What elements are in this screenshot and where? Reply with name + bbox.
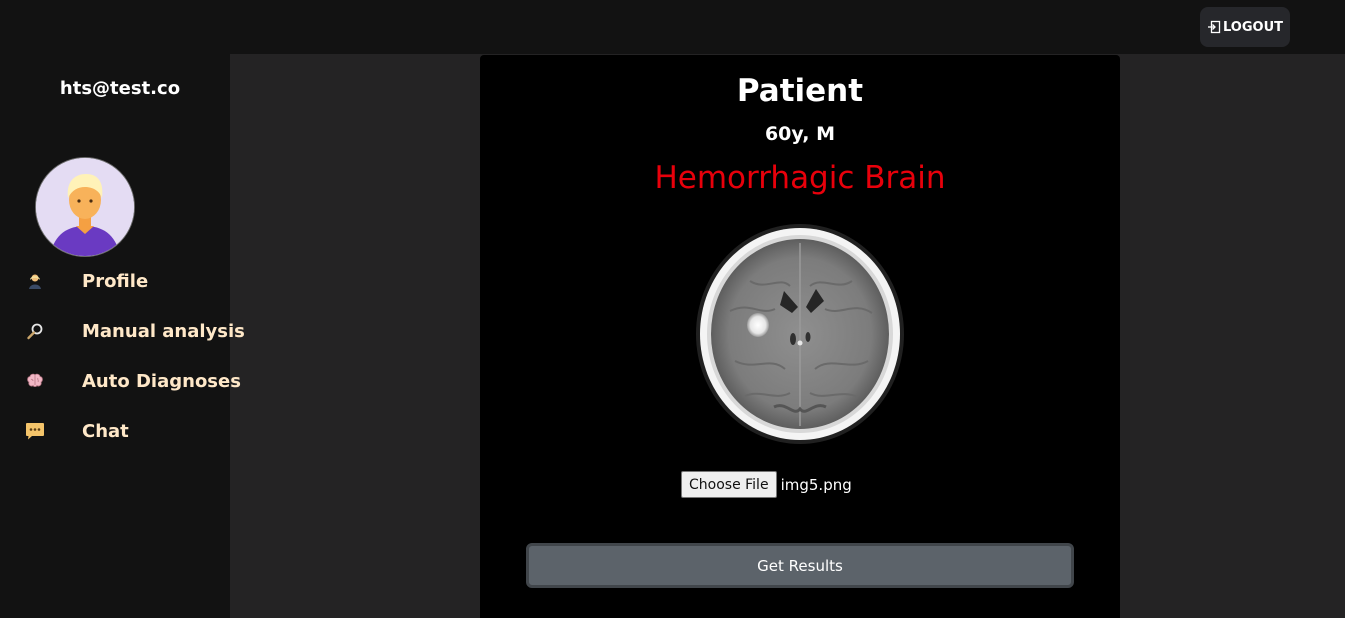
chat-icon — [24, 420, 46, 442]
logout-button[interactable]: LOGOUT — [1200, 7, 1290, 47]
patient-info: 60y, M — [764, 123, 836, 145]
brain-ct-scan — [690, 221, 914, 449]
sidebar-item-profile[interactable]: Profile — [0, 261, 230, 301]
sidebar-item-chat[interactable]: Chat — [0, 411, 230, 451]
sidebar-item-auto-diagnoses[interactable]: Auto Diagnoses — [0, 361, 241, 401]
file-input[interactable]: Choose File img5.png — [681, 471, 852, 498]
get-results-button[interactable]: Get Results — [526, 543, 1074, 588]
selected-file-name: img5.png — [780, 475, 852, 494]
analysis-panel: Patient 60y, M Hemorrhagic Brain Choose … — [480, 55, 1120, 618]
choose-file-button[interactable]: Choose File — [681, 471, 777, 498]
logout-icon — [1207, 20, 1221, 34]
diagnosis-label: Hemorrhagic Brain — [654, 160, 946, 196]
sidebar-item-label: Auto Diagnoses — [82, 370, 241, 392]
logout-label: LOGOUT — [1222, 19, 1284, 35]
sidebar-item-label: Chat — [82, 420, 129, 442]
user-email: hts@test.co — [59, 78, 181, 99]
sidebar: hts@test.co Profile Manual analysis Auto… — [0, 54, 245, 618]
brain-icon — [24, 370, 46, 392]
sidebar-item-label: Profile — [82, 270, 149, 292]
top-bar: LOGOUT — [0, 0, 1345, 54]
person-icon — [24, 270, 46, 292]
page-title: Patient — [736, 73, 864, 109]
sidebar-item-manual-analysis[interactable]: Manual analysis — [0, 311, 245, 351]
user-avatar — [35, 157, 135, 257]
sidebar-item-label: Manual analysis — [82, 320, 245, 342]
magnifier-icon — [24, 320, 46, 342]
